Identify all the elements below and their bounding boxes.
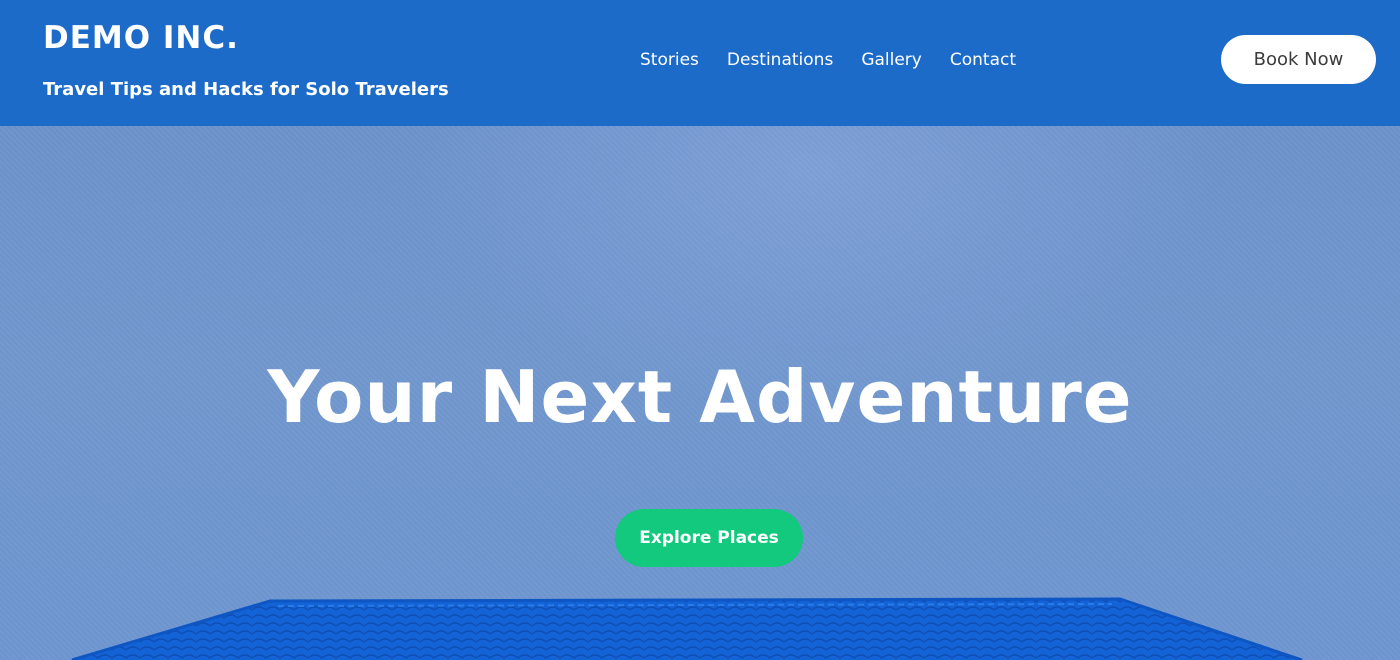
main-nav: Stories Destinations Gallery Contact — [640, 47, 1016, 73]
book-now-button[interactable]: Book Now — [1221, 35, 1376, 84]
page: DEMO INC. Travel Tips and Hacks for Solo… — [0, 0, 1400, 660]
boat-roof-image — [71, 597, 1303, 660]
brand-title[interactable]: DEMO INC. — [43, 18, 239, 58]
nav-link-destinations[interactable]: Destinations — [727, 47, 833, 73]
explore-places-button[interactable]: Explore Places — [615, 509, 803, 567]
nav-link-contact[interactable]: Contact — [950, 47, 1016, 73]
hero-headline: Your Next Adventure — [267, 355, 1133, 439]
hero-section: Your Next Adventure Explore Places — [0, 126, 1400, 660]
nav-link-stories[interactable]: Stories — [640, 47, 699, 73]
brand-tagline: Travel Tips and Hacks for Solo Travelers — [43, 79, 449, 100]
site-header: DEMO INC. Travel Tips and Hacks for Solo… — [0, 0, 1400, 126]
nav-link-gallery[interactable]: Gallery — [861, 47, 922, 73]
